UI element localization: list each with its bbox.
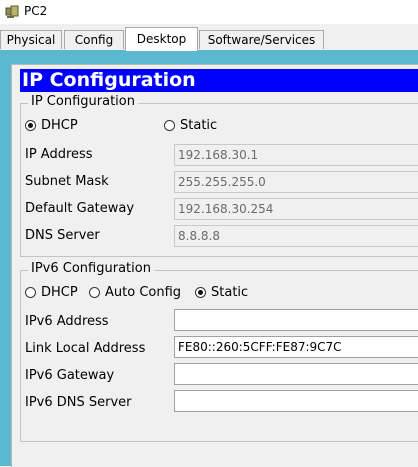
ipv6-dns-server-field[interactable] bbox=[174, 390, 418, 412]
default-gateway-field[interactable]: 192.168.30.254 bbox=[174, 198, 418, 220]
ip-address-field[interactable]: 192.168.30.1 bbox=[174, 144, 418, 166]
desktop-area: IP Configuration IP Configuration DHCP S… bbox=[0, 50, 418, 467]
subnet-mask-label: Subnet Mask bbox=[25, 174, 109, 189]
tab-bar: Physical Config Desktop Software/Service… bbox=[0, 27, 418, 51]
radio-selected-icon bbox=[195, 287, 206, 298]
ipv4-static-label: Static bbox=[180, 118, 218, 133]
ipv6-address-field[interactable] bbox=[174, 309, 418, 331]
radio-unselected-icon bbox=[25, 287, 36, 298]
title-bar: PC2 bbox=[0, 0, 418, 24]
window-title: PC2 bbox=[24, 4, 48, 18]
ipv6-config-group: IPv6 Configuration DHCP Auto Config Stat… bbox=[20, 261, 418, 442]
radio-unselected-icon bbox=[89, 287, 100, 298]
ipv6-auto-config-radio[interactable]: Auto Config bbox=[89, 285, 181, 300]
ipv6-dhcp-radio[interactable]: DHCP bbox=[25, 285, 78, 300]
ipv4-config-group: IP Configuration DHCP Static IP Address … bbox=[20, 94, 418, 257]
ipv6-group-label: IPv6 Configuration bbox=[28, 261, 154, 276]
tab-software-services[interactable]: Software/Services bbox=[199, 30, 324, 49]
ipv6-address-label: IPv6 Address bbox=[25, 314, 109, 329]
ipv6-auto-config-label: Auto Config bbox=[105, 285, 182, 300]
radio-selected-icon bbox=[25, 120, 36, 131]
ipv4-group-label: IP Configuration bbox=[28, 94, 138, 109]
ipv6-gateway-label: IPv6 Gateway bbox=[25, 368, 115, 383]
pc-app-icon bbox=[5, 5, 19, 18]
ipv6-gateway-field[interactable] bbox=[174, 363, 418, 385]
tab-desktop[interactable]: Desktop bbox=[125, 27, 198, 51]
tab-physical[interactable]: Physical bbox=[0, 30, 62, 49]
tab-config[interactable]: Config bbox=[64, 30, 124, 49]
ipv6-dns-server-label: IPv6 DNS Server bbox=[25, 395, 132, 410]
ipv4-static-radio[interactable]: Static bbox=[164, 118, 217, 133]
radio-unselected-icon bbox=[164, 120, 175, 131]
default-gateway-label: Default Gateway bbox=[25, 201, 135, 216]
dns-server-field[interactable]: 8.8.8.8 bbox=[174, 225, 418, 247]
dns-server-label: DNS Server bbox=[25, 228, 100, 243]
ipv6-static-radio[interactable]: Static bbox=[195, 285, 248, 300]
link-local-address-label: Link Local Address bbox=[25, 341, 146, 356]
ip-configuration-header: IP Configuration bbox=[20, 69, 418, 92]
ipv6-dhcp-label: DHCP bbox=[41, 285, 78, 300]
link-local-address-field[interactable]: FE80::260:5CFF:FE87:9C7C bbox=[174, 336, 418, 358]
subnet-mask-field[interactable]: 255.255.255.0 bbox=[174, 171, 418, 193]
ip-address-label: IP Address bbox=[25, 147, 93, 162]
ip-configuration-window: IP Configuration IP Configuration DHCP S… bbox=[11, 64, 418, 467]
ipv4-dhcp-label: DHCP bbox=[41, 118, 78, 133]
ipv6-static-label: Static bbox=[211, 285, 249, 300]
ipv4-dhcp-radio[interactable]: DHCP bbox=[25, 118, 78, 133]
